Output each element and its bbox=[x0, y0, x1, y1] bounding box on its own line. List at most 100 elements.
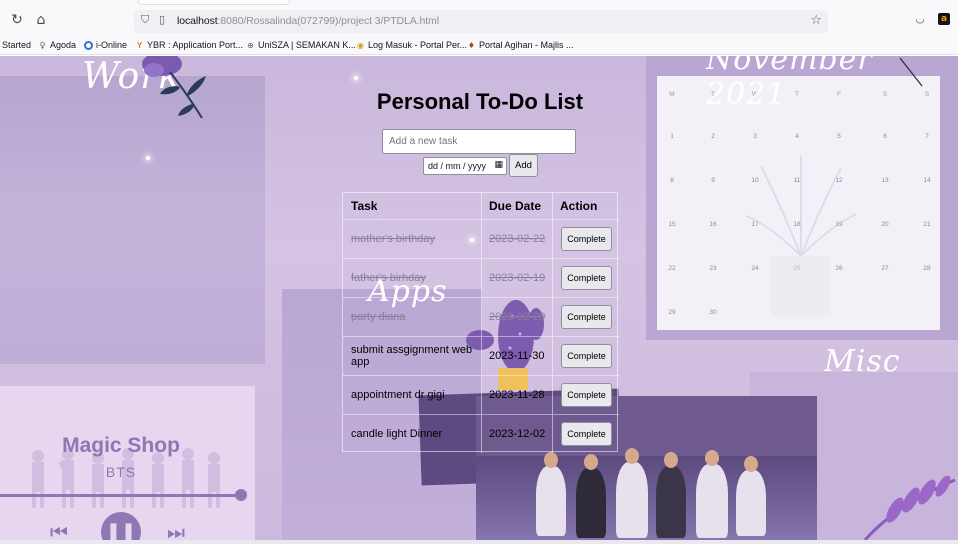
person-head bbox=[744, 456, 758, 472]
column-divider bbox=[481, 376, 482, 414]
misc-label: Misc bbox=[824, 344, 901, 379]
url-host: localhost bbox=[177, 15, 218, 27]
column-divider bbox=[481, 298, 482, 336]
shield-icon[interactable]: ⛉ bbox=[141, 13, 149, 27]
progress-bar[interactable] bbox=[0, 494, 240, 497]
task-due-date: 2023-02-22 bbox=[489, 233, 546, 245]
ionline-icon bbox=[84, 40, 93, 50]
browser-toolbar: ↻ ⌂ ⛉ ▯ localhost:8080/Rossalinda(072799… bbox=[0, 0, 958, 35]
complete-button[interactable]: Complete bbox=[561, 344, 612, 368]
bookmark-label: Log Masuk - Portal Per... bbox=[368, 40, 468, 50]
song-title: Magic Shop bbox=[62, 434, 180, 457]
pen-icon bbox=[899, 57, 923, 87]
complete-button[interactable]: Complete bbox=[561, 305, 612, 329]
task-name: appointment dr gigi bbox=[351, 389, 445, 401]
add-task-button[interactable]: Add bbox=[509, 154, 538, 177]
bookmark-log-masuk[interactable]: ◉ Log Masuk - Portal Per... bbox=[356, 40, 467, 50]
calendar-weekday: M bbox=[669, 91, 675, 98]
complete-button[interactable]: Complete bbox=[561, 383, 612, 407]
url-text[interactable]: localhost:8080/Rossalinda(072799)/projec… bbox=[177, 15, 439, 27]
due-date-input[interactable]: dd / mm / yyyy ▦ bbox=[423, 157, 507, 175]
person-head bbox=[664, 452, 678, 468]
crest-icon: ♦ bbox=[467, 40, 476, 50]
calendar-day: 28 bbox=[923, 265, 931, 272]
bookmark-label: i-Online bbox=[96, 40, 128, 50]
task-name: candle light Dinner bbox=[351, 428, 443, 440]
person-figure bbox=[656, 466, 686, 538]
work-panel bbox=[0, 76, 265, 364]
table-row: submit assgignment web app 2023-11-30 Comp… bbox=[343, 336, 619, 375]
header-due-date: Due Date bbox=[489, 199, 542, 213]
table-row: mother's birthday 2023-02-22 Complete bbox=[343, 219, 619, 258]
calendar-day: 22 bbox=[668, 265, 676, 272]
bookmark-unisza[interactable]: ⊕ UniSZA | SEMAKAN K... bbox=[246, 40, 356, 50]
calendar-day: 4 bbox=[795, 133, 799, 140]
address-bar[interactable]: ⛉ ▯ localhost:8080/Rossalinda(072799)/pr… bbox=[134, 10, 828, 33]
new-task-input[interactable] bbox=[382, 129, 576, 154]
plant-icon bbox=[745, 156, 857, 316]
complete-button[interactable]: Complete bbox=[561, 266, 612, 290]
bookmark-label: Portal Agihan - Majlis ... bbox=[479, 40, 574, 50]
next-track-icon[interactable]: ⏭ bbox=[167, 520, 185, 540]
music-player: Magic Shop BTS ⏮ ❚❚ ⏭ bbox=[0, 386, 255, 540]
bookmark-star-icon[interactable]: ☆ bbox=[810, 13, 822, 28]
bookmark-started[interactable]: Started bbox=[2, 40, 31, 50]
pocket-icon[interactable]: ◡ bbox=[914, 13, 926, 25]
calendar-day: 1 bbox=[670, 133, 674, 140]
agoda-icon: ♀ bbox=[39, 40, 46, 50]
table-header-row: Task Due Date Action bbox=[343, 193, 619, 219]
column-divider bbox=[481, 220, 482, 258]
amazon-icon[interactable]: a bbox=[938, 13, 950, 25]
table-row: party diana 2023-02-20 Complete bbox=[343, 297, 619, 336]
task-due-date: 2023-02-19 bbox=[489, 272, 546, 284]
calendar-day: 5 bbox=[837, 133, 841, 140]
person-figure bbox=[576, 468, 606, 538]
calendar-picker-icon[interactable]: ▦ bbox=[494, 160, 503, 170]
reload-icon[interactable]: ↻ bbox=[8, 11, 26, 29]
bookmark-label: UniSZA | SEMAKAN K... bbox=[258, 40, 356, 50]
page-background: Work Magic Shop BTS ⏮ ❚❚ ⏭ Apps M T W T … bbox=[0, 56, 958, 540]
table-row: appointment dr gigi 2023-11-28 Complete bbox=[343, 375, 619, 414]
bookmark-portal-agihan[interactable]: ♦ Portal Agihan - Majlis ... bbox=[467, 40, 574, 50]
bookmark-agoda[interactable]: ♀ Agoda bbox=[38, 40, 76, 50]
person-figure bbox=[736, 470, 766, 536]
column-divider bbox=[481, 259, 482, 297]
complete-button[interactable]: Complete bbox=[561, 227, 612, 251]
eye-icon: ◉ bbox=[357, 40, 364, 50]
task-name: mother's birthday bbox=[351, 233, 436, 245]
complete-button[interactable]: Complete bbox=[561, 422, 612, 446]
active-tab-edge[interactable] bbox=[138, 0, 290, 5]
horizontal-scrollbar[interactable] bbox=[0, 540, 958, 544]
flower-icon bbox=[142, 56, 206, 119]
globe-icon: ⊕ bbox=[247, 40, 254, 50]
previous-track-icon[interactable]: ⏮ bbox=[50, 520, 68, 540]
header-task: Task bbox=[351, 199, 378, 213]
person-figure bbox=[616, 462, 648, 538]
task-due-date: 2023-12-02 bbox=[489, 428, 546, 440]
bookmark-ybr[interactable]: Y YBR : Application Port... bbox=[135, 40, 243, 50]
calendar-day: 16 bbox=[709, 221, 717, 228]
progress-knob[interactable] bbox=[235, 489, 247, 501]
person-head bbox=[625, 448, 639, 464]
calendar-day: 13 bbox=[881, 177, 889, 184]
calendar-day: 21 bbox=[923, 221, 931, 228]
calendar-day: 7 bbox=[925, 133, 929, 140]
due-date-value: dd / mm / yyyy bbox=[428, 161, 487, 171]
bookmark-label: YBR : Application Port... bbox=[147, 40, 244, 50]
sparkle bbox=[354, 76, 358, 80]
calendar-day: 9 bbox=[711, 177, 715, 184]
task-table: Task Due Date Action mother's birthday 20… bbox=[342, 192, 619, 453]
todo-title: Personal To-Do List bbox=[376, 89, 584, 114]
calendar-day: 27 bbox=[881, 265, 889, 272]
pause-icon[interactable]: ❚❚ bbox=[101, 512, 141, 540]
home-icon[interactable]: ⌂ bbox=[32, 11, 50, 29]
song-artist: BTS bbox=[105, 464, 137, 480]
bookmark-ionline[interactable]: i-Online bbox=[84, 40, 127, 50]
leaf-icon bbox=[863, 476, 956, 540]
table-row: candle light Dinner 2023-12-02 Complete bbox=[343, 414, 619, 453]
column-divider bbox=[481, 415, 482, 453]
calendar-day: 30 bbox=[709, 309, 717, 316]
calendar-day: 6 bbox=[883, 133, 887, 140]
page-icon[interactable]: ▯ bbox=[159, 13, 165, 26]
task-name: submit assgignment web app bbox=[351, 344, 473, 368]
